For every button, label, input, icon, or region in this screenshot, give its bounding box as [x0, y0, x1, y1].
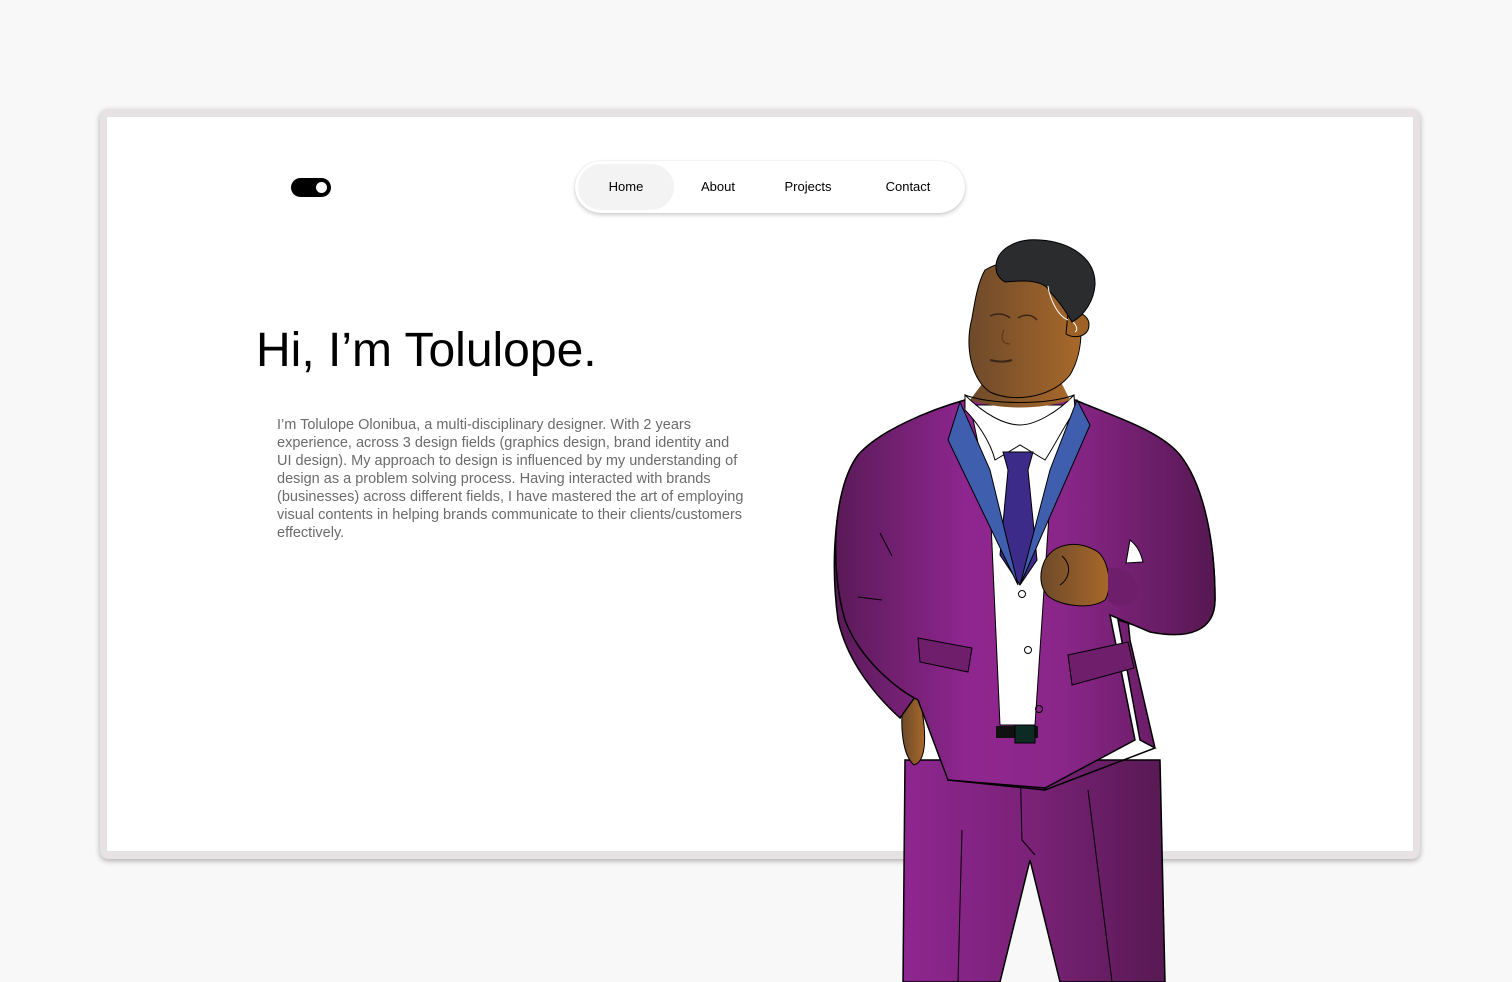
hero-title: Hi, I’m Tolulope. — [256, 324, 597, 377]
character-illustration — [833, 239, 1216, 982]
right-fist — [1040, 543, 1110, 607]
nav-projects[interactable]: Projects — [771, 164, 845, 210]
nav-about[interactable]: About — [681, 164, 755, 210]
trousers — [902, 759, 1166, 982]
theme-toggle[interactable] — [291, 178, 331, 197]
nav-home[interactable]: Home — [578, 164, 674, 210]
nav-bar: Home About Projects Contact — [575, 161, 965, 213]
hero-bio: I’m Tolulope Olonibua, a multi-disciplin… — [277, 417, 744, 541]
toggle-knob — [316, 182, 327, 193]
nav-contact[interactable]: Contact — [871, 164, 945, 210]
